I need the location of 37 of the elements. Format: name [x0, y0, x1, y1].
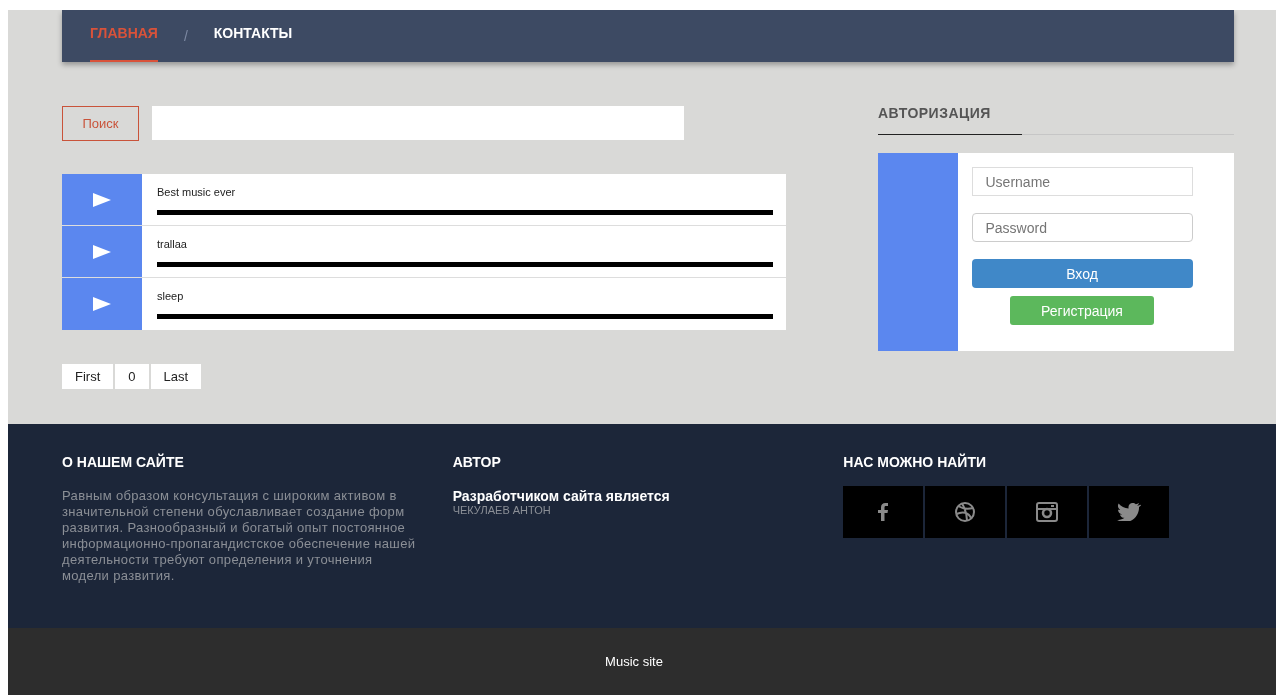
separator: /	[183, 28, 188, 44]
page-button[interactable]: 0	[115, 364, 149, 389]
footer-heading: НАС МОЖНО НАЙТИ	[843, 454, 988, 470]
ball-icon	[954, 501, 977, 523]
section-title: АВТОРИЗАЦИЯ	[878, 105, 1022, 135]
username-field[interactable]: Username	[971, 167, 1193, 196]
play-button[interactable]	[62, 278, 142, 330]
progress-track[interactable]	[157, 210, 773, 215]
author-name: ЧЕКУЛАЕВ АНТОН	[452, 504, 552, 516]
track-title: Best music ever	[157, 186, 237, 198]
social-link[interactable]	[925, 486, 1006, 538]
play-icon	[92, 297, 112, 311]
track-title: trallaa	[157, 238, 188, 250]
social-link[interactable]	[1089, 486, 1170, 538]
progress-track[interactable]	[157, 262, 773, 267]
social-link[interactable]	[843, 486, 924, 538]
author-label: Разработчиком сайта является	[452, 488, 671, 504]
about-text: Равным образом консультация с широким активом в значительной степени обуславливает создание форм развития. Разнообразный и богатый опыт постоянное информационно-пропагандистское обеспечение нашей деятельности требуют определения и уточнения модели развития.	[62, 488, 417, 584]
play-icon	[92, 244, 112, 259]
login-button[interactable]: Вход	[971, 259, 1193, 288]
play-button[interactable]	[62, 226, 142, 277]
password-field[interactable]: Password	[971, 213, 1193, 242]
track-title: sleep	[157, 290, 185, 302]
search-field[interactable]	[152, 106, 684, 140]
site-name: Music site	[605, 654, 663, 669]
play-button[interactable]	[62, 174, 142, 225]
camera-icon	[1036, 502, 1059, 522]
play-icon	[92, 192, 112, 207]
footer-heading: АВТОР	[452, 454, 502, 470]
page-button[interactable]: First	[62, 364, 114, 389]
progress-track[interactable]	[157, 314, 773, 319]
facebook-icon	[877, 503, 890, 521]
social-link[interactable]	[1007, 486, 1088, 538]
page-button[interactable]: Last	[150, 364, 202, 389]
nav-link[interactable]: КОНТАКТЫ	[213, 10, 293, 62]
footer-heading: О НАШЕМ САЙТЕ	[62, 454, 185, 470]
bird-icon	[1117, 503, 1142, 521]
